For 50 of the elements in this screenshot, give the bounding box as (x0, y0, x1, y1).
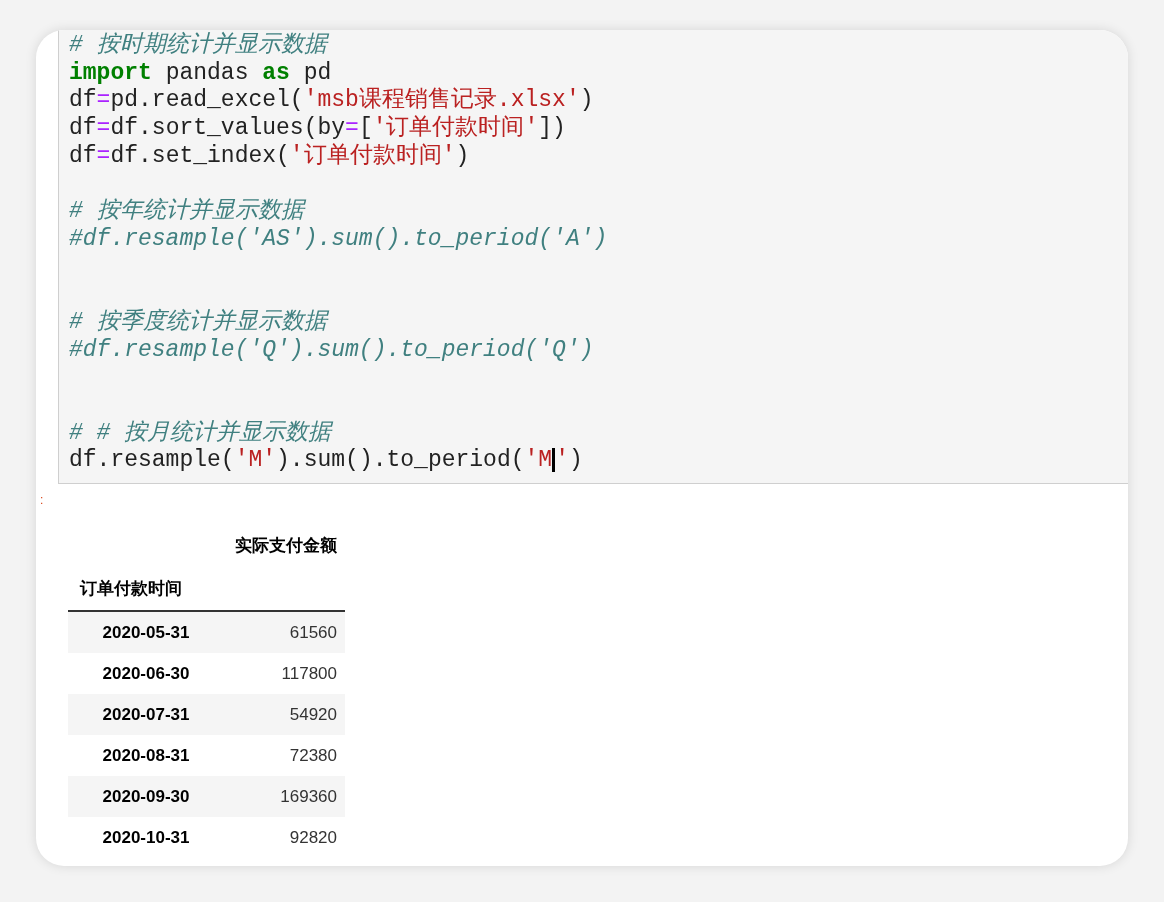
code-token: ) (568, 447, 583, 474)
code-token: ) (455, 142, 470, 169)
code-token: ).sum().to_period( (276, 447, 525, 474)
code-token: ]) (538, 115, 566, 142)
code-cell[interactable] (58, 30, 1128, 484)
output-prompt: : (40, 494, 44, 506)
code-token: [ (358, 115, 373, 142)
code-comment: #df.resample('AS').sum().to_period('A') (69, 225, 608, 252)
code-token: df.resample( (69, 447, 235, 474)
code-token: ' (555, 447, 569, 474)
column-header: 实际支付金额 (234, 535, 338, 558)
code-token: = (96, 115, 111, 142)
code-token: '订单付款时间' (372, 115, 539, 142)
text-cursor (552, 448, 556, 473)
code-token: 'M (524, 447, 553, 474)
code-token: df (69, 115, 97, 142)
value-cell-text: 72380 (288, 744, 338, 767)
code-token: df.sort_values(by (110, 115, 346, 142)
code-token: import (69, 59, 152, 86)
value-cell-text: 54920 (288, 703, 338, 726)
value-cell-text: 169360 (279, 785, 338, 808)
code-token: ) (579, 87, 594, 114)
index-name: 订单付款时间 (78, 578, 182, 601)
code-token: df (69, 87, 97, 114)
code-token: pd (302, 59, 332, 86)
code-comment: # 按时期统计并显示数据 (69, 32, 327, 58)
code-token: df (69, 142, 97, 169)
code-token: = (96, 142, 111, 169)
index-cell-text: 2020-06-30 (101, 662, 191, 685)
code-token: pandas (164, 59, 250, 86)
value-cell-text: 61560 (288, 621, 338, 644)
index-cell-text: 2020-08-31 (101, 744, 191, 767)
index-cell-text: 2020-05-31 (101, 621, 191, 644)
index-cell-text: 2020-09-30 (101, 785, 191, 808)
code-token: 'msb课程销售记录.xlsx' (303, 87, 580, 114)
code-token: = (345, 115, 359, 142)
code-token: as (262, 59, 290, 86)
index-cell-text: 2020-07-31 (101, 703, 191, 726)
value-cell-text: 117800 (280, 662, 338, 685)
code-comment: # 按季度统计并显示数据 (69, 308, 327, 335)
code-token: '订单付款时间' (289, 142, 456, 169)
code-token: df.set_index( (110, 142, 290, 169)
code-token: pd.read_excel( (110, 87, 304, 114)
code-token: = (96, 87, 111, 114)
code-token: 'M' (234, 447, 277, 474)
code-comment: # 按年统计并显示数据 (69, 198, 304, 225)
code-comment: #df.resample('Q').sum().to_period('Q') (69, 336, 594, 363)
code-comment: # # 按月统计并显示数据 (69, 419, 332, 446)
index-cell-text: 2020-10-31 (101, 826, 191, 849)
value-cell-text: 92820 (288, 826, 338, 849)
